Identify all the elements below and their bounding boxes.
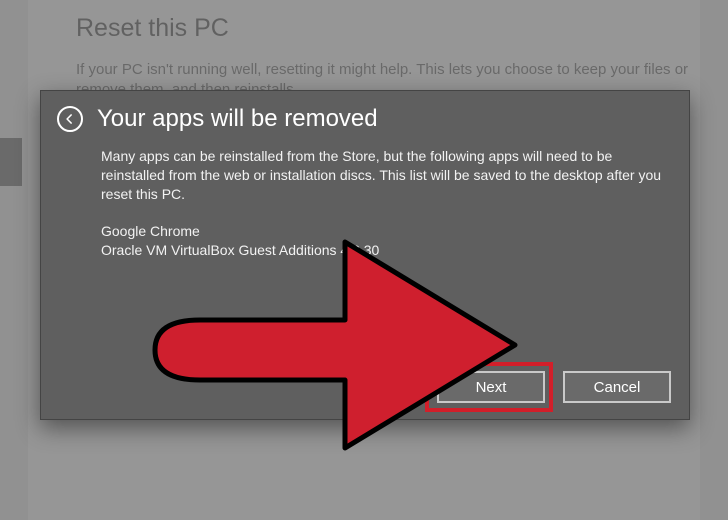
app-list: Google Chrome Oracle VM VirtualBox Guest…: [101, 222, 661, 260]
arrow-left-icon: [63, 112, 77, 126]
app-list-item: Oracle VM VirtualBox Guest Additions 4.3…: [101, 241, 661, 260]
dialog-description: Many apps can be reinstalled from the St…: [101, 147, 661, 204]
next-button[interactable]: Next: [437, 371, 545, 403]
dialog-body: Many apps can be reinstalled from the St…: [101, 147, 661, 259]
reset-apps-dialog: Your apps will be removed Many apps can …: [40, 90, 690, 420]
dialog-title: Your apps will be removed: [97, 105, 378, 133]
back-button[interactable]: [57, 106, 83, 132]
dialog-button-row: Next Cancel: [437, 371, 671, 403]
cancel-button[interactable]: Cancel: [563, 371, 671, 403]
app-list-item: Google Chrome: [101, 222, 661, 241]
sidebar-selection-indicator: [0, 138, 22, 186]
